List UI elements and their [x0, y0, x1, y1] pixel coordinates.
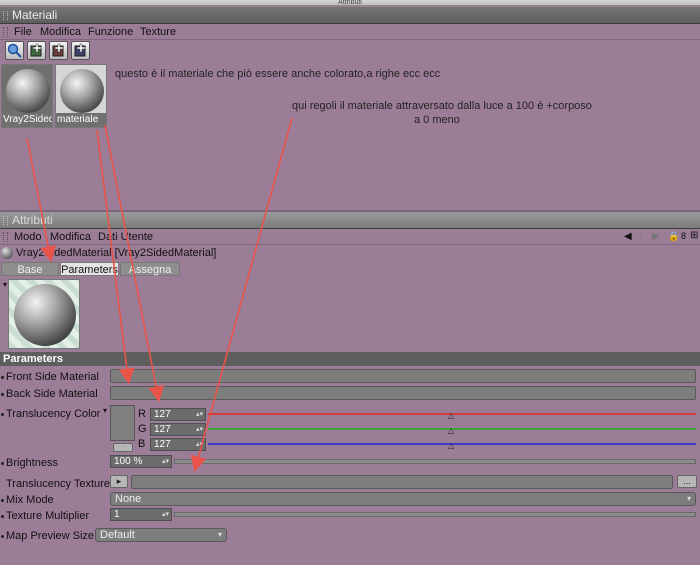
annotation-arrow — [26, 137, 57, 263]
annotation-arrows — [26, 117, 293, 473]
annotation-arrow — [190, 117, 293, 473]
